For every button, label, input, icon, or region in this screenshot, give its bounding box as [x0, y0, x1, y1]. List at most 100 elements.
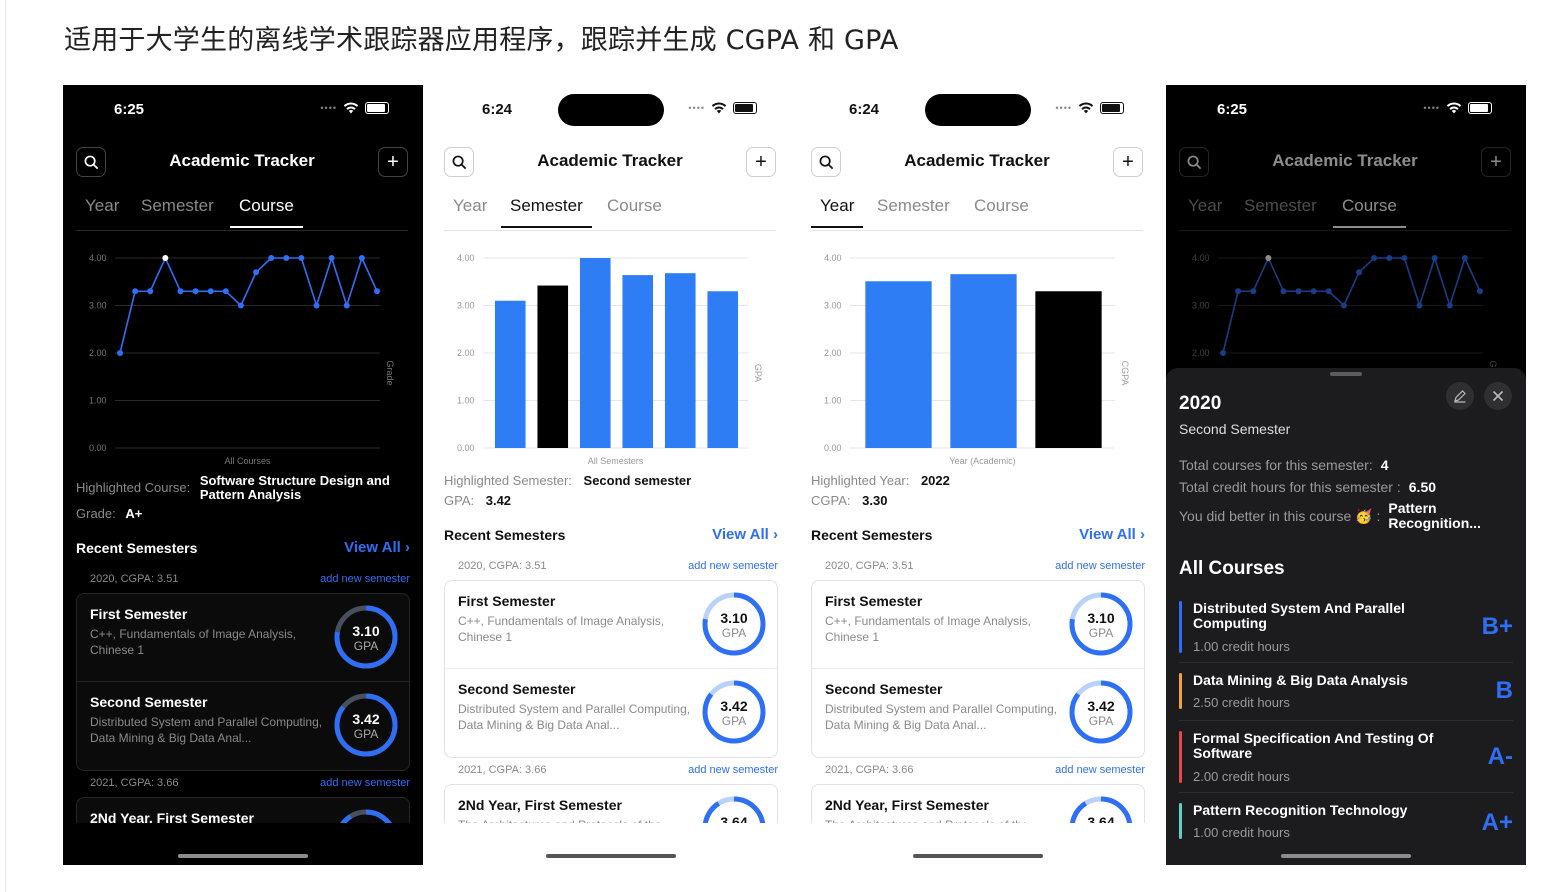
tab-course[interactable]: Course	[1333, 196, 1406, 228]
add-new-semester-link[interactable]: add new semester	[320, 573, 410, 585]
data-point	[298, 255, 305, 261]
y-tick-label: 3.00	[824, 301, 842, 311]
nav-bar: Academic Tracker +	[444, 147, 776, 177]
chevron-right-icon: ›	[1140, 526, 1145, 543]
gpa-value: 3.42	[1087, 698, 1115, 714]
y-tick-label: 3.00	[457, 301, 475, 311]
status-time: 6:24	[849, 101, 880, 118]
plus-icon: +	[755, 150, 767, 173]
bar	[622, 275, 654, 448]
semester-row-first[interactable]: First Semester C++, Fundamentals of Imag…	[445, 581, 777, 669]
status-time: 6:24	[482, 101, 513, 118]
edit-button[interactable]	[1446, 382, 1474, 410]
data-point	[283, 255, 290, 261]
tab-year[interactable]: Year	[811, 196, 864, 228]
data-point	[1356, 269, 1363, 276]
semester-card-2020: First Semester C++, Fundamentals of Imag…	[811, 580, 1145, 758]
wifi-icon	[1078, 102, 1094, 114]
add-button[interactable]: +	[1481, 147, 1511, 177]
course-grade: B+	[1481, 613, 1513, 640]
phone-semester-detail-sheet: 6:25 •••• Academic Tracker + Year Semest…	[1166, 85, 1526, 865]
gpa-value: 3.10	[720, 610, 748, 626]
semester-name: Second Semester	[458, 681, 576, 697]
bar	[707, 291, 739, 448]
group-2021-header: 2021, CGPA: 3.66 add new semester	[825, 764, 1145, 776]
course-color-bar	[1179, 731, 1182, 783]
add-button[interactable]: +	[746, 147, 776, 177]
course-row[interactable]: Data Mining & Big Data Analysis 2.50 cre…	[1179, 669, 1513, 721]
tab-bar: Year Semester Course	[1179, 196, 1511, 231]
bottom-mask	[431, 823, 791, 865]
best-course-value: Pattern Recognition...	[1388, 500, 1481, 531]
semester-row-second[interactable]: Second Semester Distributed System and P…	[77, 682, 409, 770]
data-point	[1386, 255, 1393, 261]
status-time: 6:25	[1217, 101, 1248, 118]
add-new-semester-link[interactable]: add new semester	[1055, 560, 1145, 572]
data-point	[1310, 288, 1317, 295]
semester-name: 2Nd Year, First Semester	[458, 797, 622, 813]
plus-icon: +	[387, 150, 399, 173]
tab-semester[interactable]: Semester	[501, 196, 592, 228]
home-indicator	[1281, 854, 1411, 858]
view-all-link[interactable]: View All ›	[1079, 526, 1145, 543]
add-button[interactable]: +	[1113, 147, 1143, 177]
data-point	[237, 302, 244, 309]
home-indicator	[178, 854, 308, 858]
tab-year[interactable]: Year	[1179, 196, 1231, 226]
semester-row-first[interactable]: First Semester C++, Fundamentals of Imag…	[812, 581, 1144, 669]
bottom-mask	[63, 823, 423, 865]
semester-name: First Semester	[825, 593, 923, 609]
add-new-semester-link[interactable]: add new semester	[688, 764, 778, 776]
gpa-label: GPA	[1088, 626, 1114, 640]
close-button[interactable]	[1484, 382, 1512, 410]
recent-semesters-title: Recent Semesters	[444, 527, 566, 543]
y-tick-label: 0.00	[824, 443, 842, 453]
add-new-semester-link[interactable]: add new semester	[688, 560, 778, 572]
semester-row-second[interactable]: Second Semester Distributed System and P…	[445, 669, 777, 757]
add-new-semester-link[interactable]: add new semester	[1055, 764, 1145, 776]
gpa-label: GPA	[353, 639, 379, 653]
tab-course[interactable]: Course	[230, 196, 303, 228]
gpa-key: GPA:	[444, 493, 475, 508]
tab-year[interactable]: Year	[444, 196, 496, 226]
tab-course[interactable]: Course	[965, 196, 1038, 226]
course-row[interactable]: Pattern Recognition Technology 1.00 cred…	[1179, 799, 1513, 851]
add-button[interactable]: +	[378, 147, 408, 177]
course-row[interactable]: Formal Specification And Testing Of Soft…	[1179, 727, 1513, 793]
tab-course[interactable]: Course	[598, 196, 671, 226]
gpa-value: 3.10	[1087, 610, 1115, 626]
signal-icon: ••••	[320, 103, 337, 113]
total-hours-value: 6.50	[1408, 479, 1437, 495]
tab-semester[interactable]: Semester	[868, 196, 959, 226]
y-tick-label: 1.00	[89, 396, 107, 406]
tab-year[interactable]: Year	[76, 196, 128, 226]
add-new-semester-link[interactable]: add new semester	[320, 777, 410, 789]
signal-icon: ••••	[1055, 103, 1072, 113]
total-hours-stat: Total credit hours for this semester :6.…	[1179, 479, 1437, 495]
phone-semester-view: 6:24 •••• Academic Tracker + Year Semest…	[431, 85, 791, 865]
semester-card-2020: First Semester C++, Fundamentals of Imag…	[444, 580, 778, 758]
semester-row-first[interactable]: First Semester C++, Fundamentals of Imag…	[77, 594, 409, 682]
dynamic-island	[558, 94, 664, 126]
semester-name: First Semester	[90, 606, 188, 622]
tab-semester[interactable]: Semester	[132, 196, 223, 226]
gpa-value: 3.42	[352, 711, 380, 727]
gpa-val: 3.42	[485, 493, 512, 508]
view-all-link[interactable]: View All ›	[712, 526, 778, 543]
data-point	[177, 288, 184, 295]
x-axis-label: Year (Academic)	[949, 456, 1015, 466]
bar	[494, 300, 526, 448]
highlight-label: Highlighted Semester:	[444, 473, 572, 488]
status-icons: ••••	[1055, 102, 1124, 114]
course-color-bar	[1179, 673, 1182, 709]
phone-year-view: 6:24 •••• Academic Tracker + Year Semest…	[798, 85, 1158, 865]
sheet-grabber[interactable]	[1330, 372, 1362, 376]
semester-row-second[interactable]: Second Semester Distributed System and P…	[812, 669, 1144, 757]
app-title: Academic Tracker	[904, 151, 1050, 170]
view-all-link[interactable]: View All ›	[344, 539, 410, 556]
home-indicator	[913, 854, 1043, 858]
tab-semester[interactable]: Semester	[1235, 196, 1326, 226]
wifi-icon	[711, 102, 727, 114]
course-row[interactable]: Distributed System And Parallel Computin…	[1179, 597, 1513, 663]
semester-courses: Distributed System and Parallel Computin…	[90, 715, 323, 745]
